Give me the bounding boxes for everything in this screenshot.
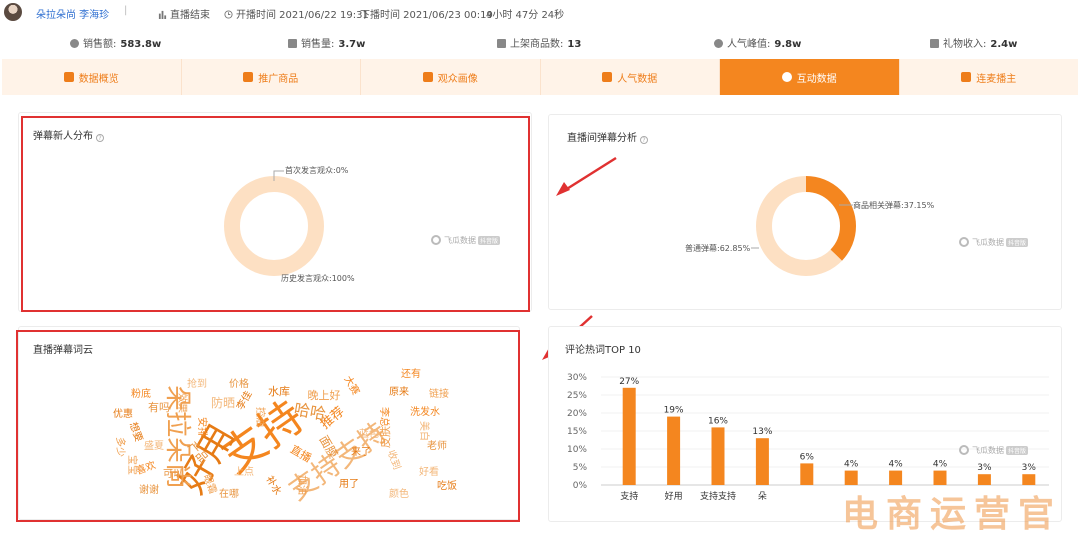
face-scan-icon (422, 72, 433, 82)
bar[interactable] (1022, 474, 1036, 485)
bottom-watermark: 电商运营官 (841, 493, 1062, 535)
end-time: 下播时间 2021/06/23 00:19 (360, 10, 493, 21)
label-leader (751, 247, 759, 249)
brand-watermark: 飞瓜数据 抖音版 (959, 237, 1029, 248)
bar[interactable] (844, 470, 858, 485)
brand-logo-icon (959, 445, 969, 455)
bar[interactable] (933, 470, 947, 485)
anchor-avatar[interactable] (4, 3, 22, 21)
flame-icon (602, 72, 613, 82)
tab-interaction[interactable]: 互动数据 (720, 59, 900, 95)
sales-stats-bar: 销售额: 583.8w 销售量: 3.7w 上架商品数: 13 人气峰值: 9.8w 礼… (0, 30, 1080, 52)
tab-promoted-products[interactable]: 推广商品 (182, 59, 361, 95)
y-tick-label: 0% (573, 481, 588, 491)
data-tabs: 数据概览 推广商品 观众画像 人气数据 互动数据 连麦播主 (2, 59, 1078, 95)
bar-value-label: 4% (844, 460, 859, 470)
annotation-arrow-1 (556, 156, 617, 196)
help-icon[interactable]: ? (640, 136, 648, 144)
bar-chart-icon (63, 72, 74, 82)
barrage-donut (756, 176, 856, 276)
start-time-text: 开播时间 2021/06/22 19:31 (236, 10, 369, 21)
box-icon (497, 39, 506, 48)
bar[interactable] (800, 463, 814, 485)
bar[interactable] (755, 438, 769, 485)
gift-icon (930, 39, 939, 48)
chart-icon (288, 39, 297, 48)
chat-icon (781, 72, 792, 82)
coin-icon (70, 39, 79, 48)
barrage-analysis-card: 直播间弹幕分析? 商品相关弹幕:37.15% 普通弹幕:62.85% 飞瓜数据抖… (548, 114, 1062, 310)
flame-icon (714, 39, 723, 48)
bar[interactable] (667, 416, 681, 485)
y-tick-label: 25% (567, 391, 587, 401)
link-icon (961, 72, 972, 82)
donut-label-product: 商品相关弹幕:37.15% (853, 201, 935, 210)
bar[interactable] (889, 470, 903, 485)
tab-overview[interactable]: 数据概览 (2, 59, 182, 95)
bar-value-label: 3% (977, 463, 992, 473)
stat-sales-amount: 销售额: 583.8w (70, 35, 161, 50)
y-tick-label: 5% (573, 463, 588, 473)
card-title: 直播间弹幕分析? (567, 129, 648, 144)
stat-peak-popularity: 人气峰值: 9.8w (714, 35, 801, 50)
label-leader (839, 204, 853, 206)
highlight-box-2 (16, 330, 520, 522)
tab-audience-profile[interactable]: 观众画像 (361, 59, 541, 95)
bar-value-label: 4% (933, 460, 948, 470)
bar-value-label: 19% (664, 406, 684, 416)
highlight-box-1 (21, 116, 530, 312)
y-tick-label: 10% (567, 445, 587, 455)
y-tick-label: 20% (567, 409, 587, 419)
brand-logo-icon (959, 237, 969, 247)
stat-gift-income: 礼物收入: 2.4w (930, 35, 1017, 50)
clock-icon (224, 10, 233, 19)
brand-watermark: 飞瓜数据 抖音版 (959, 445, 1029, 456)
bar[interactable] (711, 427, 725, 485)
y-tick-label: 15% (567, 427, 587, 437)
donut-label-normal: 普通弹幕:62.85% (685, 244, 751, 253)
anchor-name-link[interactable]: 朵拉朵尚 李海珍 (36, 6, 109, 21)
stat-sales-volume: 销售量: 3.7w (288, 35, 365, 50)
bar[interactable] (977, 474, 991, 485)
x-tick-label: 好用 (665, 490, 683, 502)
basket-icon (243, 72, 254, 82)
bar-chart-icon (158, 10, 167, 19)
live-status: 直播结束 (158, 6, 210, 21)
y-tick-label: 30% (567, 373, 587, 383)
bar-value-label: 16% (708, 416, 728, 426)
bar-value-label: 4% (888, 460, 903, 470)
stat-products: 上架商品数: 13 (497, 35, 581, 50)
bar-value-label: 6% (800, 452, 815, 462)
card-title: 评论热词TOP 10 (565, 345, 641, 356)
duration: 4小时 47分 24秒 (486, 10, 565, 21)
x-tick-label: 支持 (620, 490, 638, 502)
bar[interactable] (622, 387, 636, 485)
bar-value-label: 27% (619, 377, 639, 387)
bar-value-label: 13% (752, 427, 772, 437)
live-session-header: 朵拉朵尚 李海珍 | 直播结束 开播时间 2021/06/22 19:31 下播… (0, 0, 1080, 24)
x-tick-label: 支持支持 (700, 490, 736, 502)
tab-co-streamers[interactable]: 连麦播主 (900, 59, 1079, 95)
bar-value-label: 3% (1022, 463, 1037, 473)
header-divider: | (124, 5, 128, 16)
live-status-text: 直播结束 (170, 10, 210, 21)
start-time: 开播时间 2021/06/22 19:31 (224, 6, 369, 21)
x-tick-label: 朵 (758, 491, 767, 502)
tab-popularity[interactable]: 人气数据 (541, 59, 720, 95)
